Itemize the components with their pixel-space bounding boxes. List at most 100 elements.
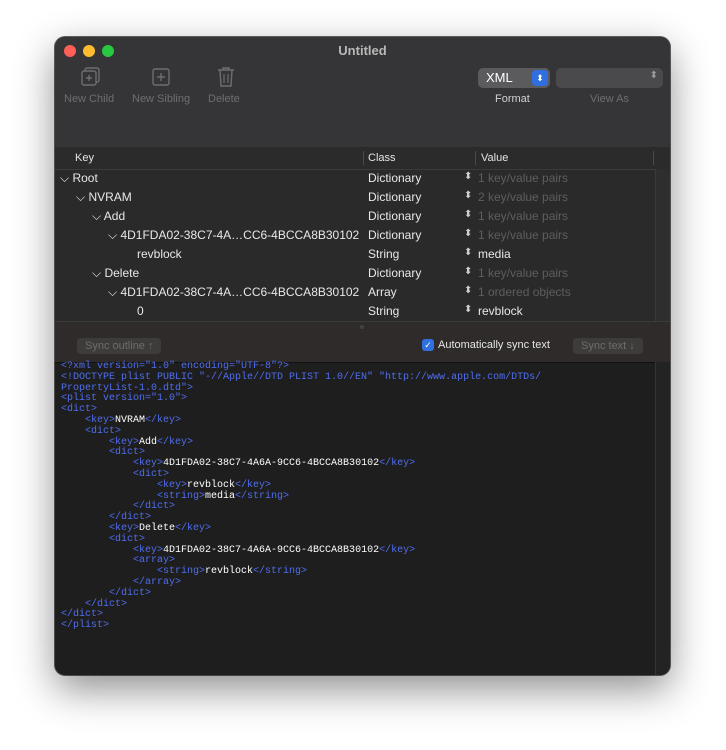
chevron-updown-icon: ⬍ — [649, 70, 658, 81]
row-key: ⌵ NVRAM — [76, 190, 132, 204]
format-select[interactable]: XML ⬍ — [478, 68, 550, 88]
chevron-updown-icon: ⬍ — [532, 70, 548, 86]
key-column-header[interactable]: Key — [75, 152, 94, 164]
xml-markup: <key> — [61, 522, 140, 534]
row-class[interactable]: Array — [368, 285, 397, 299]
xml-content: NVRAM — [115, 414, 146, 426]
outline-header: Key Class Value — [55, 147, 670, 170]
xml-markup: <array> — [61, 555, 176, 567]
outline-row[interactable]: ⌵ 4D1FDA02-38C7-4A…CC6-4BCCA8B30102 Arra… — [55, 283, 655, 302]
outline-row[interactable]: ⌵ 4D1FDA02-38C7-4A…CC6-4BCCA8B30102 Dict… — [55, 226, 655, 245]
row-class[interactable]: String — [368, 304, 399, 318]
xml-markup: </key> — [145, 414, 182, 426]
disclosure-chevron-icon[interactable]: ⌵ — [60, 171, 69, 185]
xml-line: <key>Add</key> — [61, 436, 661, 449]
split-divider[interactable]: Sync outline ↑ ✓ Automatically sync text… — [55, 321, 670, 363]
value-column-header[interactable]: Value — [481, 152, 508, 164]
view-as-label: View As — [590, 93, 629, 105]
column-divider[interactable] — [363, 151, 364, 165]
disclosure-chevron-icon[interactable]: ⌵ — [92, 209, 101, 223]
sync-text-button[interactable]: Sync text ↓ — [573, 338, 643, 354]
xml-scrollbar[interactable] — [655, 362, 670, 675]
auto-sync-checkbox[interactable]: ✓ — [422, 339, 434, 351]
xml-line: </plist> — [61, 620, 661, 632]
xml-line: </dict> — [61, 609, 661, 621]
xml-markup: </array> — [61, 576, 182, 588]
xml-markup: <key> — [61, 479, 188, 491]
split-handle-dot[interactable] — [360, 325, 364, 329]
auto-sync-label[interactable]: Automatically sync text — [438, 339, 550, 351]
xml-markup: <key> — [61, 544, 164, 556]
xml-markup: <key> — [61, 458, 164, 470]
disclosure-chevron-icon[interactable]: ⌵ — [92, 266, 101, 280]
xml-markup: <dict> — [61, 468, 170, 480]
row-key: ⌵ Delete — [92, 266, 140, 280]
view-as-select[interactable]: ⬍ — [556, 68, 663, 88]
row-value[interactable]: media — [478, 247, 511, 261]
xml-line: <key>Delete</key> — [61, 522, 661, 535]
xml-line: </dict> — [61, 588, 661, 600]
class-stepper-icon[interactable]: ⬍ — [464, 209, 472, 220]
disclosure-chevron-icon[interactable]: ⌵ — [108, 285, 117, 299]
xml-content: revblock — [205, 566, 254, 578]
disclosure-chevron-icon[interactable]: ⌵ — [108, 228, 117, 242]
new-sibling-button[interactable]: New Sibling — [132, 93, 190, 105]
titlebar: Untitled New Child New Sibling Delete XM… — [55, 37, 670, 148]
plist-editor-window: Untitled New Child New Sibling Delete XM… — [55, 37, 670, 675]
row-class[interactable]: Dictionary — [368, 266, 421, 280]
row-class[interactable]: Dictionary — [368, 209, 421, 223]
xml-line: <key>NVRAM</key> — [61, 414, 661, 427]
row-class[interactable]: String — [368, 247, 399, 261]
row-class[interactable]: Dictionary — [368, 228, 421, 242]
row-key: ⌵ 4D1FDA02-38C7-4A…CC6-4BCCA8B30102 — [108, 228, 360, 242]
xml-markup: <plist version="1.0"> — [61, 393, 188, 405]
row-value: 1 key/value pairs — [478, 266, 569, 280]
row-key: ⌵ Root — [60, 171, 98, 185]
xml-markup: <dict> — [61, 533, 146, 545]
outline-row[interactable]: ⌵ NVRAM Dictionary ⬍ 2 key/value pairs — [55, 188, 655, 207]
outline-scrollbar[interactable] — [655, 169, 670, 321]
outline-row[interactable]: ⌵ Root Dictionary ⬍ 1 key/value pairs — [55, 169, 655, 188]
class-stepper-icon[interactable]: ⬍ — [464, 266, 472, 277]
trash-icon — [217, 66, 235, 93]
xml-markup: </key> — [235, 479, 272, 491]
xml-content: 4D1FDA02-38C7-4A6A-9CC6-4BCCA8B30102 — [163, 544, 380, 556]
xml-markup: </plist> — [61, 620, 110, 632]
new-child-button[interactable]: New Child — [64, 93, 114, 105]
outline-row[interactable]: ⌵ Add Dictionary ⬍ 1 key/value pairs — [55, 207, 655, 226]
row-key: ⌵ 4D1FDA02-38C7-4A…CC6-4BCCA8B30102 — [108, 285, 360, 299]
xml-markup: <string> — [61, 566, 206, 578]
class-stepper-icon[interactable]: ⬍ — [464, 304, 472, 315]
delete-button[interactable]: Delete — [208, 93, 240, 105]
format-label: Format — [495, 93, 530, 105]
new-child-icon — [81, 67, 101, 92]
sync-outline-button[interactable]: Sync outline ↑ — [77, 338, 162, 354]
format-select-value: XML — [486, 70, 513, 85]
outline-row[interactable]: revblock String ⬍ media — [55, 245, 655, 264]
xml-markup: </key> — [175, 522, 212, 534]
row-class[interactable]: Dictionary — [368, 171, 421, 185]
xml-content: Delete — [139, 522, 176, 534]
xml-markup: </key> — [379, 458, 416, 470]
xml-markup: </key> — [157, 436, 194, 448]
outline-view: Key Class Value ⌵ Root Dictionary ⬍ 1 ke… — [55, 147, 670, 321]
row-value: 2 key/value pairs — [478, 190, 569, 204]
xml-text-view[interactable]: <?xml version="1.0" encoding="UTF-8"?> <!… — [61, 361, 661, 632]
xml-markup: <key> — [61, 414, 116, 426]
column-divider[interactable] — [653, 151, 654, 165]
row-value[interactable]: revblock — [478, 304, 523, 318]
row-class[interactable]: Dictionary — [368, 190, 421, 204]
xml-line: </dict> — [61, 598, 661, 611]
xml-markup: </string> — [253, 566, 308, 578]
disclosure-chevron-icon[interactable]: ⌵ — [76, 190, 85, 204]
class-column-header[interactable]: Class — [368, 152, 396, 164]
class-stepper-icon[interactable]: ⬍ — [464, 190, 472, 201]
class-stepper-icon[interactable]: ⬍ — [464, 247, 472, 258]
outline-row[interactable]: ⌵ Delete Dictionary ⬍ 1 key/value pairs — [55, 264, 655, 283]
outline-row[interactable]: 0 String ⬍ revblock — [55, 302, 655, 321]
class-stepper-icon[interactable]: ⬍ — [464, 285, 472, 296]
xml-markup: </dict> — [61, 598, 128, 610]
column-divider[interactable] — [475, 151, 476, 165]
class-stepper-icon[interactable]: ⬍ — [464, 228, 472, 239]
class-stepper-icon[interactable]: ⬍ — [464, 171, 472, 182]
